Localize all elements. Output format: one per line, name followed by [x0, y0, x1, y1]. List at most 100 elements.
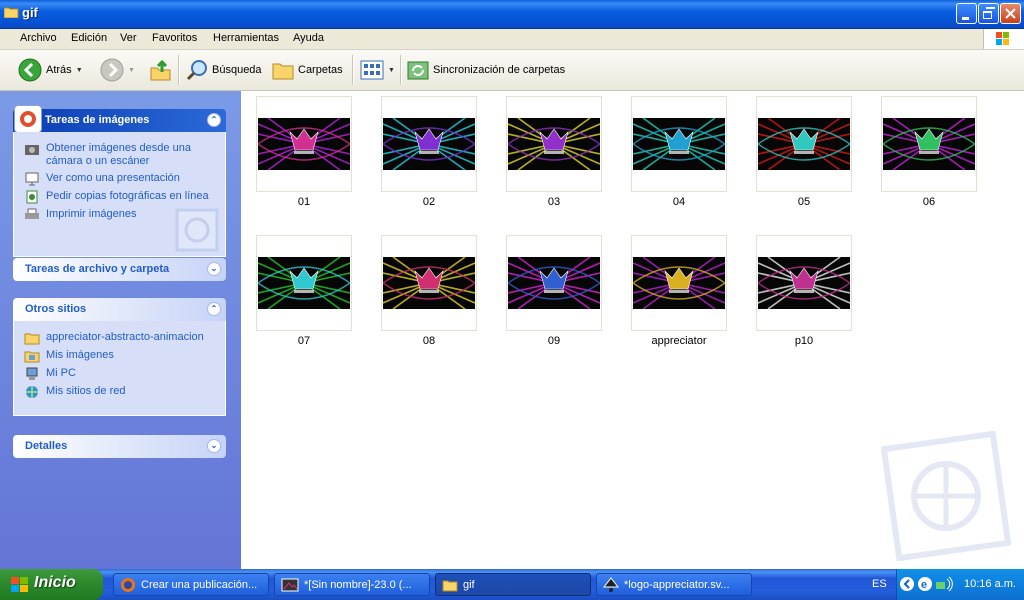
place-network-label: Mis sitios de red — [46, 385, 126, 397]
task-order-prints-label: Pedir copias fotográficas en línea — [46, 190, 209, 202]
chevron-down-icon[interactable]: ▼ — [128, 67, 135, 74]
image-tasks-body: Obtener imágenes desde una cámara o un e… — [13, 132, 226, 257]
search-button[interactable]: Búsqueda — [186, 56, 262, 84]
file-thumbnail[interactable] — [381, 96, 477, 192]
place-my-computer[interactable]: Mi PC — [24, 367, 215, 381]
task-get-images[interactable]: Obtener imágenes desde una cámara o un e… — [24, 142, 215, 168]
close-button[interactable] — [1000, 3, 1021, 24]
task-slideshow[interactable]: Ver como una presentación — [24, 172, 215, 186]
file-name: p10 — [794, 335, 814, 347]
menu-edicion[interactable]: Edición — [69, 31, 109, 45]
menu-favoritos[interactable]: Favoritos — [150, 31, 199, 45]
up-folder-icon — [150, 59, 171, 81]
folder-icon — [4, 7, 19, 18]
show-hidden-icons-icon[interactable] — [899, 576, 915, 592]
details-header[interactable]: Detalles ⌄ — [13, 435, 226, 458]
order-prints-icon — [26, 190, 38, 204]
views-icon — [360, 60, 384, 80]
image-tasks-header[interactable]: Tareas de imágenes ⌃ — [13, 105, 226, 133]
file-name: 06 — [922, 196, 936, 208]
file-name: 04 — [672, 196, 686, 208]
up-folder-button[interactable] — [150, 56, 172, 84]
file-tasks-header[interactable]: Tareas de archivo y carpeta ⌄ — [13, 258, 226, 281]
taskbar: Inicio Crear una publicación... *[Sin no… — [0, 569, 1024, 600]
file-thumbnail[interactable] — [256, 235, 352, 331]
chevron-down-icon[interactable]: ▼ — [76, 67, 83, 74]
file-thumbnail[interactable] — [631, 235, 727, 331]
internet-explorer-icon[interactable]: e — [917, 576, 933, 592]
image-editor-icon — [281, 578, 299, 591]
file-thumbnail[interactable] — [381, 235, 477, 331]
menu-herramientas[interactable]: Herramientas — [211, 31, 281, 45]
file-thumbnail[interactable] — [756, 96, 852, 192]
taskbar-inkscape[interactable]: *logo-appreciator.sv... — [596, 573, 752, 596]
collapse-icon[interactable]: ⌃ — [207, 113, 221, 127]
clock[interactable]: 10:16 a.m. — [964, 578, 1016, 590]
place-my-pictures[interactable]: Mis imágenes — [24, 349, 215, 363]
minimize-button[interactable] — [956, 3, 977, 24]
image-tasks-icon — [14, 105, 42, 133]
firefox-icon — [121, 577, 135, 592]
thumbnail-image — [758, 257, 850, 309]
expand-icon[interactable]: ⌄ — [207, 262, 221, 276]
toolbar: Atrás ▼ ▼ Búsqueda Carpetas ▼ Sincroniza… — [0, 50, 1024, 91]
task-print-label: Imprimir imágenes — [46, 208, 137, 220]
collapse-icon[interactable]: ⌃ — [207, 302, 221, 316]
folders-button[interactable]: Carpetas — [272, 56, 343, 84]
menu-ayuda[interactable]: Ayuda — [291, 31, 326, 45]
other-places-panel: Otros sitios ⌃ appreciator-abstracto-ani… — [13, 298, 226, 416]
taskbar-gimp-label: *[Sin nombre]-23.0 (... — [304, 578, 412, 591]
thumbnail-image — [383, 257, 475, 309]
sync-button[interactable]: Sincronización de carpetas — [407, 56, 565, 84]
file-tasks-panel: Tareas de archivo y carpeta ⌄ — [13, 258, 226, 281]
thumbnail-image — [633, 118, 725, 170]
menu-ver[interactable]: Ver — [118, 31, 139, 45]
start-label: Inicio — [34, 574, 76, 591]
place-my-computer-label: Mi PC — [46, 367, 76, 379]
network-connection-icon[interactable] — [935, 576, 953, 592]
network-icon — [26, 386, 38, 398]
file-thumbnail[interactable] — [631, 96, 727, 192]
forward-button[interactable]: ▼ — [100, 56, 135, 84]
maximize-button[interactable] — [978, 3, 999, 24]
taskbar-gif-folder[interactable]: gif — [435, 573, 591, 596]
folder-icon — [442, 580, 458, 591]
file-thumbnail[interactable] — [506, 96, 602, 192]
file-thumbnail[interactable] — [881, 96, 977, 192]
back-button[interactable]: Atrás ▼ — [18, 56, 83, 84]
task-pane: Tareas de imágenes ⌃ Obtener imágenes de… — [0, 91, 241, 569]
taskbar-inkscape-label: *logo-appreciator.sv... — [624, 578, 730, 591]
place-network[interactable]: Mis sitios de red — [24, 385, 215, 399]
file-tasks-title: Tareas de archivo y carpeta — [25, 263, 170, 275]
file-thumbnail[interactable] — [506, 235, 602, 331]
file-name: appreciator — [651, 335, 707, 347]
other-places-header[interactable]: Otros sitios ⌃ — [13, 298, 226, 321]
search-label: Búsqueda — [212, 64, 262, 76]
task-order-prints[interactable]: Pedir copias fotográficas en línea — [24, 190, 215, 204]
details-panel: Detalles ⌄ — [13, 435, 226, 458]
file-name: 09 — [547, 335, 561, 347]
views-button[interactable]: ▼ — [360, 56, 395, 84]
camera-icon — [25, 145, 39, 155]
back-arrow-icon — [18, 58, 42, 82]
chevron-down-icon[interactable]: ▼ — [388, 67, 395, 74]
taskbar-firefox[interactable]: Crear una publicación... — [113, 573, 269, 596]
language-indicator[interactable]: ES — [872, 578, 887, 590]
file-thumbnail[interactable] — [756, 235, 852, 331]
folders-icon — [272, 63, 294, 80]
search-icon — [186, 60, 207, 81]
file-name: 07 — [297, 335, 311, 347]
printer-icon — [25, 208, 39, 219]
start-button[interactable]: Inicio — [0, 569, 103, 600]
file-view[interactable]: 01 02 03 04 05 06 07 08 09 appreciator p10 — [241, 91, 1024, 569]
thumbnail-image — [508, 118, 600, 170]
menu-archivo[interactable]: Archivo — [18, 31, 59, 45]
thumbnail-image — [258, 257, 350, 309]
title-bar[interactable]: gif — [0, 0, 1024, 29]
file-thumbnail[interactable] — [256, 96, 352, 192]
svg-text:e: e — [921, 579, 927, 591]
place-parent-folder[interactable]: appreciator-abstracto-animacion — [24, 331, 215, 345]
taskbar-gimp[interactable]: *[Sin nombre]-23.0 (... — [274, 573, 430, 596]
windows-logo-icon — [11, 577, 28, 592]
expand-icon[interactable]: ⌄ — [207, 439, 221, 453]
